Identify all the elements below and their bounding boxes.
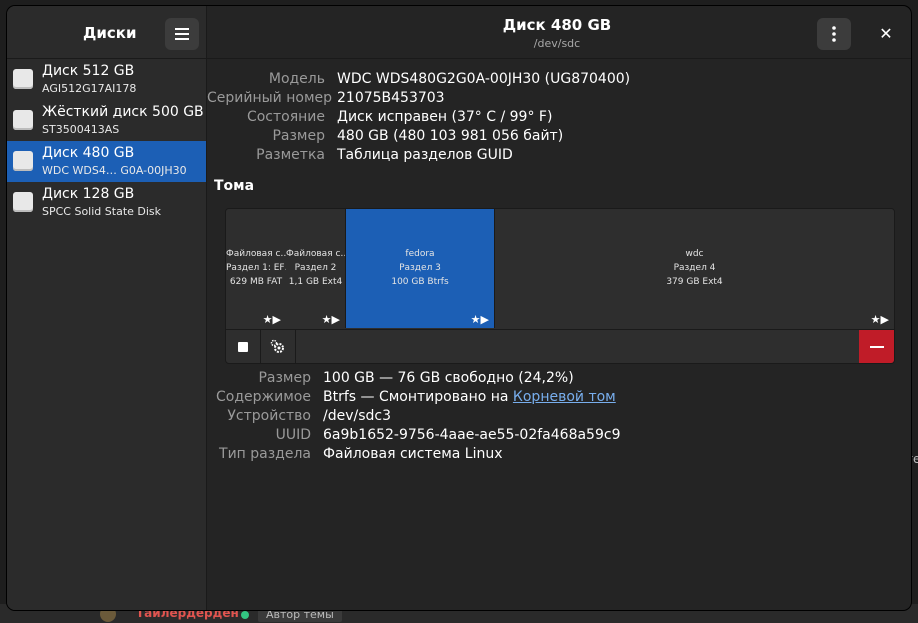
stop-icon xyxy=(238,342,248,352)
disk-model: AGI512G17AI178 xyxy=(42,82,137,95)
device-value: /dev/sdc3 xyxy=(323,408,392,424)
partition-label: Раздел 4 xyxy=(673,263,716,273)
close-button[interactable]: ✕ xyxy=(875,22,897,44)
drive-icon xyxy=(13,151,33,171)
partition-flags-icon: ★▶ xyxy=(321,313,340,326)
disk-item[interactable]: Диск 512 GB AGI512G17AI178 xyxy=(7,59,206,100)
content-value: Btrfs — Смонтировано на Корневой том xyxy=(323,389,616,405)
partition-flags-icon: ★▶ xyxy=(262,313,281,326)
partition-size: 379 GB Ext4 xyxy=(666,277,723,287)
layout-label: Разметка xyxy=(256,147,325,163)
partition-size: 629 MB FAT xyxy=(229,277,283,287)
partition-label: Раздел 1: EF… xyxy=(226,263,286,273)
size-label: Размер xyxy=(272,128,325,144)
disk-options-button[interactable] xyxy=(817,18,851,50)
layout-value: Таблица разделов GUID xyxy=(337,147,513,163)
partition-flags-icon: ★▶ xyxy=(470,313,489,326)
main-header: Диск 480 GB /dev/sdc ✕ xyxy=(207,6,911,59)
content-label: Содержимое xyxy=(216,389,311,405)
disk-name: Диск 512 GB xyxy=(42,63,135,79)
sidebar: Диски Диск 512 GB AGI512G17AI178 Жёсткий… xyxy=(7,6,207,610)
disk-list: Диск 512 GB AGI512G17AI178 Жёсткий диск … xyxy=(7,59,206,223)
model-value: WDC WDS480G2G0A-00JH30 (UG870400) xyxy=(337,71,631,87)
partition-size: 1,1 GB Ext4 xyxy=(288,277,343,287)
main-menu-button[interactable] xyxy=(165,18,199,50)
size-value: 480 GB (480 103 981 056 байт) xyxy=(337,128,564,144)
main-pane: Диск 480 GB /dev/sdc ✕ Модель WDC WDS480… xyxy=(207,6,911,610)
content-text: Btrfs — Смонтировано на xyxy=(323,389,513,405)
disk-model: SPCC Solid State Disk xyxy=(42,205,162,218)
disk-name: Диск 128 GB xyxy=(42,186,135,202)
online-status-dot xyxy=(241,611,249,619)
close-icon: ✕ xyxy=(879,23,893,43)
disk-item-selected[interactable]: Диск 480 GB WDC WDS4… G0A-00JH30 xyxy=(7,141,206,182)
disk-model: WDC WDS4… G0A-00JH30 xyxy=(42,164,187,177)
partition-label: Раздел 3 xyxy=(399,263,441,273)
partition-settings-button[interactable] xyxy=(261,330,296,363)
partition-map: Файловая с… EF… Раздел 1: EF… 629 MB FAT… xyxy=(225,208,895,364)
disk-name: Диск 480 GB xyxy=(42,145,135,161)
partition-label: Раздел 2 xyxy=(294,263,337,273)
mount-point-link[interactable]: Корневой том xyxy=(513,389,616,405)
partition-size-value: 100 GB — 76 GB свободно (24,2%) xyxy=(323,370,574,386)
partition-type: Файловая с… EF… xyxy=(226,249,286,259)
partition-type: fedora xyxy=(405,249,435,259)
partition-type: wdc xyxy=(685,249,704,259)
disk-device-path: /dev/sdc xyxy=(533,37,581,50)
partition-2[interactable]: Файловая с… Раздел 2 1,1 GB Ext4 ★▶ xyxy=(286,209,346,328)
sidebar-header: Диски xyxy=(7,6,206,59)
drive-icon xyxy=(13,110,33,130)
uuid-value: 6a9b1652-9756-4aae-ae55-02fa468a59c9 xyxy=(323,427,621,443)
partition-type: Файловая с… xyxy=(286,249,345,259)
disk-name: Жёсткий диск 500 GB xyxy=(42,104,204,120)
partition-flags-icon: ★▶ xyxy=(870,313,889,326)
disks-window: Диски Диск 512 GB AGI512G17AI178 Жёсткий… xyxy=(7,6,911,610)
device-label: Устройство xyxy=(227,408,311,424)
drive-icon xyxy=(13,192,33,212)
partition-1[interactable]: Файловая с… EF… Раздел 1: EF… 629 MB FAT… xyxy=(226,209,287,328)
minus-icon xyxy=(869,346,884,348)
state-label: Состояние xyxy=(246,109,325,125)
disk-item[interactable]: Жёсткий диск 500 GB ST3500413AS xyxy=(7,100,206,141)
unmount-button[interactable] xyxy=(226,330,261,363)
vertical-ellipsis-icon xyxy=(832,26,836,42)
partition-size: 100 GB Btrfs xyxy=(391,277,449,287)
disk-model: ST3500413AS xyxy=(42,123,120,136)
drive-icon xyxy=(13,69,33,89)
serial-value: 21075B453703 xyxy=(337,90,445,106)
partition-3-selected[interactable]: fedora Раздел 3 100 GB Btrfs ★▶ xyxy=(346,209,495,328)
hamburger-icon xyxy=(175,28,189,40)
partition-size-label: Размер xyxy=(258,370,311,386)
type-label: Тип раздела xyxy=(219,446,311,462)
partition-4[interactable]: wdc Раздел 4 379 GB Ext4 ★▶ xyxy=(495,209,894,328)
gears-icon xyxy=(270,339,284,353)
uuid-label: UUID xyxy=(275,427,311,443)
state-value: Диск исправен (37° C / 99° F) xyxy=(337,109,553,125)
model-label: Модель xyxy=(268,71,325,87)
partition-toolbar xyxy=(226,329,894,363)
disk-title: Диск 480 GB xyxy=(502,16,612,34)
volumes-title: Тома xyxy=(214,178,255,194)
delete-partition-button[interactable] xyxy=(859,330,894,363)
disk-item[interactable]: Диск 128 GB SPCC Solid State Disk xyxy=(7,182,206,223)
type-value: Файловая система Linux xyxy=(323,446,503,462)
serial-label: Серийный номер xyxy=(207,90,333,106)
app-title: Диски xyxy=(83,24,137,42)
